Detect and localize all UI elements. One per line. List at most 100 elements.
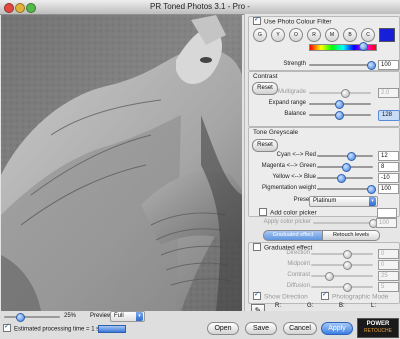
strength-slider[interactable]: [309, 64, 375, 66]
save-button[interactable]: Save: [245, 322, 277, 335]
preview-value: Full: [114, 313, 124, 319]
tone-rows-knob[interactable]: [342, 163, 351, 172]
use-colour-filter-label: Use Photo Colour Filter: [264, 18, 332, 26]
power-retouche-logo: POWER RETOUCHE: [357, 318, 399, 338]
photo-preview[interactable]: [1, 15, 242, 311]
color-picker-swatch[interactable]: [377, 208, 397, 218]
tone-rows-label: Pigmentation weight: [261, 185, 316, 191]
tone-rows-value[interactable]: 8: [378, 162, 399, 172]
tone-rows-value[interactable]: -10: [378, 173, 399, 183]
show-direction-checkbox[interactable]: [253, 290, 261, 300]
grad-rows-knob[interactable]: [325, 272, 334, 281]
grad-rows-value[interactable]: 5: [378, 282, 399, 292]
tone-rows-label: Yellow <--> Blue: [272, 174, 316, 180]
channel-button-c[interactable]: C: [361, 28, 375, 42]
show-direction-label: Show Direction: [264, 293, 308, 301]
tone-rows-slider[interactable]: [317, 188, 373, 190]
show-direction-option[interactable]: Show Direction: [253, 290, 308, 301]
tone-rows-slider[interactable]: [317, 155, 373, 157]
tone-rows-label: Magenta <--> Green: [261, 163, 316, 169]
grad-rows-value[interactable]: 25: [378, 271, 399, 281]
zoom-value: 25%: [64, 313, 77, 319]
contrast-rows-knob[interactable]: [341, 89, 350, 98]
grad-rows-knob[interactable]: [343, 283, 352, 292]
add-color-picker-checkbox[interactable]: [259, 208, 267, 216]
settings-panel: Use Photo Colour Filter GYORMBC Strength…: [244, 14, 400, 320]
filter-colour-swatch[interactable]: [379, 28, 395, 42]
logo-bottom-text: RETOUCHE: [364, 328, 392, 334]
readout-l: L:: [371, 303, 377, 309]
estimate-option[interactable]: Estimated processing time = 1 sec.: [3, 322, 107, 333]
apply-button[interactable]: Apply: [321, 322, 353, 335]
logo-top-text: POWER: [366, 321, 390, 327]
contrast-title: Contrast: [253, 73, 278, 80]
add-color-picker-label: Add color picker: [270, 209, 317, 217]
tone-rows-value[interactable]: 12: [378, 151, 399, 161]
add-color-picker-option[interactable]: Add color picker: [259, 208, 317, 217]
grad-rows-value[interactable]: 0: [378, 260, 399, 270]
preview-label: Preview: [90, 313, 112, 319]
tone-reset-button[interactable]: Reset: [252, 139, 278, 152]
contrast-rows-label: Expand range: [268, 100, 306, 106]
grad-rows-knob[interactable]: [343, 261, 352, 270]
photographic-mode-option[interactable]: Photographic Mode: [321, 290, 389, 301]
tone-rows-value[interactable]: 100: [378, 184, 399, 194]
apply-color-picker-slider[interactable]: [313, 222, 373, 224]
title-bar: PR Toned Photos 3.1 - Pro -: [0, 0, 400, 15]
processing-progress-bar: [98, 325, 126, 333]
use-colour-filter-option[interactable]: Use Photo Colour Filter: [253, 15, 332, 26]
channel-button-b[interactable]: B: [343, 28, 357, 42]
preview-select[interactable]: Full ▾: [110, 311, 145, 322]
hue-slider-knob[interactable]: [359, 42, 368, 51]
graduated-effect-group: Graduated effect Direction 0 Midpoint 0 Cont…: [248, 242, 400, 304]
grad-rows-slider[interactable]: [311, 275, 373, 277]
grad-rows-value[interactable]: 0: [378, 249, 399, 259]
use-colour-filter-checkbox[interactable]: [253, 15, 261, 25]
chevron-down-icon: ▾: [136, 312, 143, 321]
estimate-checkbox[interactable]: [3, 322, 11, 332]
contrast-rows-knob[interactable]: [335, 100, 344, 109]
zoom-slider[interactable]: [4, 316, 60, 318]
strength-value-field[interactable]: 100: [378, 60, 399, 70]
window-title: PR Toned Photos 3.1 - Pro -: [150, 2, 250, 11]
contrast-rows-knob[interactable]: [335, 111, 344, 120]
photographic-mode-label: Photographic Mode: [332, 293, 389, 301]
presets-select[interactable]: Platinum ▾: [309, 196, 378, 207]
grad-rows-slider[interactable]: [311, 264, 373, 266]
channel-button-g[interactable]: G: [253, 28, 267, 42]
chevron-down-icon: ▾: [369, 197, 376, 206]
readout-b: B:: [339, 303, 345, 309]
apply-color-picker-value[interactable]: 100: [376, 218, 397, 228]
presets-label: Presets: [293, 197, 314, 203]
presets-value: Platinum: [313, 198, 337, 204]
contrast-rows-value[interactable]: 128: [378, 110, 400, 121]
grad-rows-slider[interactable]: [311, 253, 373, 255]
contrast-group: Contrast Reset Multigrade 2.0 Expand range…: [248, 71, 400, 127]
tone-rows-knob[interactable]: [367, 185, 376, 194]
contrast-rows-slider[interactable]: [309, 92, 371, 94]
grad-rows-label: Diffusion: [286, 283, 310, 289]
tone-greyscale-group: Tone Greyscale Reset Cyan <--> Red 12 Mage…: [248, 127, 400, 218]
grad-rows-label: Direction: [286, 250, 310, 256]
tone-rows-knob[interactable]: [337, 174, 346, 183]
cancel-button[interactable]: Cancel: [283, 322, 317, 335]
open-button[interactable]: Open: [207, 322, 239, 335]
contrast-rows-label: Balance: [284, 111, 306, 117]
grad-rows-slider[interactable]: [311, 286, 373, 288]
channel-button-o[interactable]: O: [289, 28, 303, 42]
tab-graduated-effect[interactable]: Graduated effect: [263, 230, 323, 241]
tone-rows-knob[interactable]: [347, 152, 356, 161]
photo-image: [1, 15, 242, 311]
strength-slider-knob[interactable]: [367, 61, 376, 70]
channel-button-y[interactable]: Y: [271, 28, 285, 42]
readout-r: R:: [275, 303, 281, 309]
photographic-mode-checkbox[interactable]: [321, 290, 329, 300]
zoom-slider-knob[interactable]: [16, 313, 25, 322]
tab-retouch-levels[interactable]: Retouch levels: [322, 230, 380, 241]
channel-button-m[interactable]: M: [325, 28, 339, 42]
grad-rows-label: Midpoint: [287, 261, 310, 267]
grad-rows-knob[interactable]: [343, 250, 352, 259]
colour-filter-group: Use Photo Colour Filter GYORMBC Strength…: [248, 15, 400, 71]
contrast-rows-value[interactable]: 2.0: [378, 88, 399, 98]
channel-button-r[interactable]: R: [307, 28, 321, 42]
